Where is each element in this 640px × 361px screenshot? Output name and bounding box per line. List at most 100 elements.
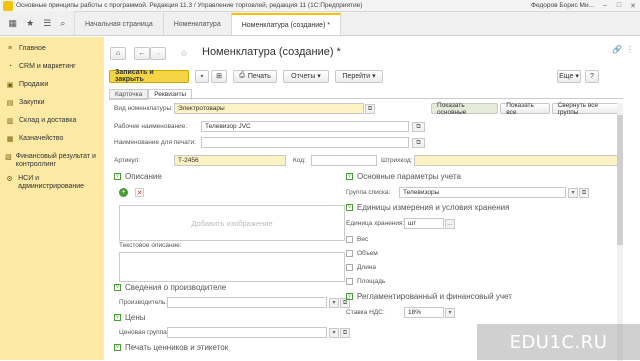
barcode-field[interactable] (414, 155, 619, 166)
reports-button[interactable]: Отчеты ▾ (283, 69, 329, 83)
sidebar-item-purchases[interactable]: ▤ Закупки (0, 96, 104, 114)
sales-icon: ▣ (6, 82, 14, 89)
more-menu-icon[interactable]: ⋮ (626, 45, 634, 54)
length-checkbox[interactable]: Длина (346, 264, 376, 271)
tabs-bar: ▦ ★ ☰ ⌕ Начальная страница Номенклатура … (0, 11, 640, 36)
open-icon[interactable]: ⧉ (365, 104, 375, 114)
text-description-field[interactable] (119, 252, 345, 282)
kind-field[interactable]: Электротовары (174, 103, 364, 114)
structure-button[interactable]: ⊞ (211, 69, 227, 83)
more-button[interactable]: Еще ▾ (557, 69, 581, 83)
print-name-field[interactable] (201, 137, 409, 148)
tab-nomenclature[interactable]: Номенклатура (164, 13, 232, 35)
view-buttons: Показать основные Показать все Свернуть … (429, 102, 623, 116)
main-params-section[interactable]: v Основные параметры учета (346, 172, 461, 181)
price-group-field[interactable] (167, 327, 327, 338)
area-checkbox[interactable]: Площадь (346, 278, 385, 285)
article-label: Артикул: (114, 157, 141, 164)
price-tags-section[interactable]: v Печать ценников и этикеток (114, 343, 228, 352)
goto-button[interactable]: Перейти ▾ (335, 69, 383, 83)
close-icon[interactable]: ✕ (626, 2, 640, 10)
app-icons: ▦ ★ ☰ ⌕ (0, 11, 75, 35)
kind-label: Вид номенклатуры: (114, 105, 173, 112)
warehouse-icon: ▥ (6, 118, 14, 125)
window-titlebar: Основные принципы работы с программой. Р… (0, 0, 640, 12)
forward-button[interactable]: → (150, 47, 166, 60)
minimize-icon[interactable]: – (598, 2, 612, 9)
tab-home[interactable]: Начальная страница (75, 13, 164, 35)
work-name-field[interactable]: Телевизор JVC (201, 121, 409, 132)
text-description-label: Текстовое описание: (119, 242, 182, 249)
save-close-button[interactable]: Записать и закрыть (109, 69, 189, 83)
open-icon[interactable]: ⧉ (579, 188, 589, 198)
copy-name-icon[interactable]: ⧉ (412, 122, 425, 132)
tab-nomenclature-create[interactable]: Номенклатура (создание) * (231, 13, 342, 35)
delete-image-icon[interactable]: ✕ (135, 188, 144, 197)
favorite-star-icon[interactable]: ☆ (180, 48, 188, 59)
save-button[interactable]: ▪ (195, 69, 209, 83)
search-icon[interactable]: ⌕ (60, 18, 65, 29)
collapse-groups-button[interactable]: Свернуть все группы (551, 102, 623, 116)
manufacturer-field[interactable] (167, 297, 327, 308)
arrow-left-icon: ← (138, 50, 146, 57)
nav-row: ⌂ ← → ☆ (110, 47, 188, 60)
form-area: Показать основные Показать все Свернуть … (109, 98, 623, 361)
storage-unit-label: Единица хранения: (346, 220, 405, 227)
show-all-button[interactable]: Показать все (500, 102, 550, 116)
manufacturer-section[interactable]: v Сведения о производителе (114, 283, 226, 292)
sidebar-item-finance[interactable]: ▧ Финансовый результат и контроллинг (0, 150, 104, 172)
prices-section[interactable]: v Цены (114, 313, 146, 322)
dropdown-icon[interactable]: ▾ (329, 328, 339, 338)
form-title: Номенклатура (создание) * (202, 46, 341, 58)
code-field[interactable] (311, 155, 377, 166)
dropdown-icon[interactable]: ▾ (568, 188, 578, 198)
print-button[interactable]: ⎙ Печать (233, 69, 277, 83)
copy-print-name-icon[interactable]: ⧉ (412, 138, 425, 148)
back-button[interactable]: ← (134, 47, 150, 60)
crm-icon: ◔ (7, 63, 13, 70)
star-icon[interactable]: ★ (26, 18, 34, 29)
image-placeholder[interactable]: Добавить изображение (119, 205, 345, 241)
show-main-button[interactable]: Показать основные (431, 102, 499, 116)
sidebar-item-crm[interactable]: ◔ CRM и маркетинг (0, 60, 104, 78)
chevron-down-icon: v (346, 293, 353, 300)
volume-checkbox[interactable]: Объем (346, 250, 378, 257)
weight-checkbox[interactable]: Вес (346, 236, 368, 243)
chevron-down-icon: v (114, 344, 121, 351)
sidebar-item-sales[interactable]: ▣ Продажи (0, 78, 104, 96)
vat-field[interactable]: 18% (404, 307, 444, 318)
list-group-field[interactable]: Телевизоры (399, 187, 566, 198)
select-icon[interactable]: … (445, 219, 455, 229)
barcode-label: Штрихкод: (381, 157, 413, 164)
help-button[interactable]: ? (585, 69, 599, 83)
form-scrollbar[interactable] (617, 103, 623, 361)
history-icon[interactable]: ☰ (43, 18, 51, 29)
price-group-label: Ценовая группа: (119, 329, 169, 336)
regulated-section[interactable]: v Регламентированный и финансовый учет (346, 292, 512, 301)
home-icon: ≡ (7, 45, 13, 52)
structure-icon: ⊞ (216, 73, 222, 80)
home-button[interactable]: ⌂ (110, 47, 126, 60)
open-icon[interactable]: ⧉ (340, 328, 350, 338)
dropdown-icon[interactable]: ▾ (445, 308, 455, 318)
link-icon[interactable]: 🔗 (612, 45, 622, 54)
article-field[interactable]: Т-2456 (174, 155, 286, 166)
main-area: ⌂ ← → ☆ Номенклатура (создание) * 🔗 ⋮ За… (104, 37, 640, 361)
units-section[interactable]: v Единицы измерения и условия хранения (346, 203, 509, 212)
sidebar-item-treasury[interactable]: ▦ Казначейство (0, 132, 104, 150)
maximize-icon[interactable]: □ (612, 2, 626, 9)
form-toolbar: Записать и закрыть ▪ ⊞ ⎙ Печать Отчеты ▾ … (109, 69, 629, 83)
chevron-down-icon: v (346, 204, 353, 211)
finance-icon: ▧ (5, 154, 12, 161)
description-section[interactable]: v Описание (114, 172, 162, 181)
manufacturer-label: Производитель: (119, 299, 168, 306)
user-name[interactable]: Федоров Борис Ми... (531, 2, 594, 9)
sidebar-item-admin[interactable]: ⚙ НСИ и администрирование (0, 172, 104, 194)
sidebar-item-main[interactable]: ≡ Главное (0, 42, 104, 60)
add-image-icon[interactable]: + (119, 188, 128, 197)
scrollbar-thumb[interactable] (617, 115, 623, 245)
grid-icon[interactable]: ▦ (9, 18, 18, 29)
storage-unit-field[interactable]: шт (404, 218, 444, 229)
dropdown-icon[interactable]: ▾ (329, 298, 339, 308)
sidebar-item-warehouse[interactable]: ▥ Склад и доставка (0, 114, 104, 132)
